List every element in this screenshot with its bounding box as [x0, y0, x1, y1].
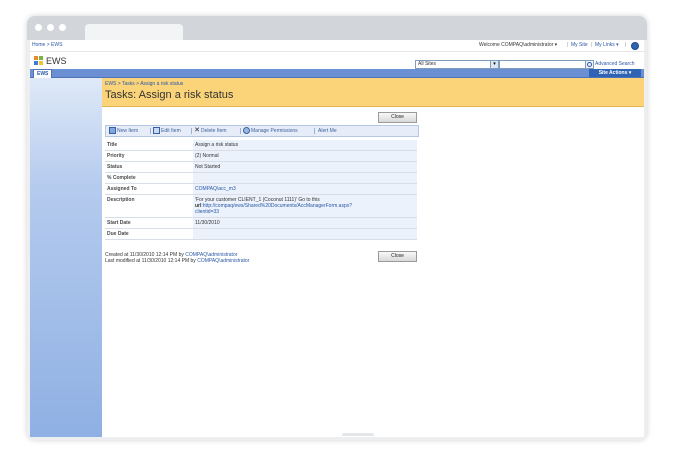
manage-permissions-label: Manage Permissions — [251, 128, 298, 134]
search-scope-value: All Sites — [418, 61, 437, 67]
chevron-down-icon: ▾ — [490, 61, 498, 68]
field-row-priority: Priority (2) Normal — [105, 150, 417, 162]
welcome-text: Welcome COMPAQ\administrator — [479, 42, 554, 48]
window-close-dot[interactable] — [35, 24, 42, 31]
field-label: Assigned To — [105, 183, 193, 195]
delete-item-label: Delete Item — [201, 128, 227, 134]
field-label: Start Date — [105, 217, 193, 229]
field-row-start-date: Start Date 11/30/2010 — [105, 217, 417, 229]
help-icon[interactable] — [631, 42, 639, 50]
field-value — [193, 172, 417, 184]
browser-window: Home > EWS Welcome COMPAQ\administrator … — [27, 16, 647, 440]
site-actions-label: Site Actions — [598, 70, 628, 76]
welcome-menu[interactable]: Welcome COMPAQ\administrator ▾ — [479, 42, 557, 49]
field-row-assigned-to: Assigned To COMPAQ\acc_m3 — [105, 183, 417, 195]
site-title[interactable]: EWS — [46, 56, 67, 66]
assigned-to-link[interactable]: COMPAQ\acc_m3 — [195, 186, 236, 192]
description-url-link[interactable]: :http://compaq/ews/Shared%20Documents/Ac… — [201, 203, 352, 209]
my-site-link[interactable]: My Site — [571, 42, 588, 49]
site-tab-ews[interactable]: EWS — [33, 69, 52, 78]
page-breadcrumb[interactable]: EWS > Tasks > Assign a risk status — [105, 81, 183, 88]
field-row-status: Status Not Started — [105, 161, 417, 173]
nav-separator: | — [625, 42, 627, 48]
field-value: (2) Normal — [193, 150, 417, 162]
chevron-down-icon: ▾ — [616, 42, 619, 48]
search-input[interactable] — [499, 60, 586, 69]
modified-info: Last modified at 11/30/2010 12:14 PM by … — [105, 258, 249, 265]
field-label: Due Date — [105, 228, 193, 240]
field-value: Not Started — [193, 161, 417, 173]
item-toolbar: New Item Edit Item ✕Delete Item Manage P… — [105, 125, 419, 137]
top-link-bar — [30, 69, 644, 78]
browser-chrome — [27, 16, 647, 40]
close-button-bottom[interactable]: Close — [378, 251, 417, 262]
permissions-icon — [243, 127, 250, 135]
page-title: Tasks: Assign a risk status — [105, 89, 234, 101]
field-label: Description — [105, 194, 193, 218]
field-row-due-date: Due Date — [105, 228, 417, 240]
field-row-title: Title Assign a risk status — [105, 140, 417, 151]
my-links-menu[interactable]: My Links ▾ — [595, 42, 619, 49]
toolbar-separator — [314, 128, 315, 134]
edit-item-icon — [153, 127, 160, 135]
chevron-down-icon: ▾ — [628, 70, 632, 76]
field-label: Priority — [105, 150, 193, 162]
field-value: 11/30/2010 — [193, 217, 417, 229]
site-tab-label: EWS — [37, 71, 49, 77]
modified-by-link[interactable]: COMPAQ\administrator — [197, 258, 249, 264]
task-details-table: Title Assign a risk status Priority (2) … — [105, 140, 417, 240]
new-item-icon — [109, 127, 116, 135]
search-scope-select[interactable]: All Sites ▾ — [415, 60, 499, 69]
sharepoint-page: Home > EWS Welcome COMPAQ\administrator … — [30, 40, 644, 437]
close-button-top[interactable]: Close — [378, 112, 417, 123]
toolbar-separator — [191, 128, 192, 134]
window-minimize-dot[interactable] — [47, 24, 54, 31]
new-item-label: New Item — [117, 128, 139, 134]
bottom-scroll-handle[interactable] — [342, 433, 374, 436]
manage-permissions-button[interactable]: Manage Permissions — [243, 127, 298, 135]
field-row-description: Description 'For your customer CLIENT_1 … — [105, 194, 417, 218]
toolbar-separator — [240, 128, 241, 134]
nav-separator: | — [567, 42, 569, 48]
global-breadcrumb[interactable]: Home > EWS — [32, 42, 62, 49]
site-logo-icon — [34, 56, 43, 65]
alert-me-button[interactable]: Alert Me — [318, 127, 337, 135]
edit-item-button[interactable]: Edit Item — [153, 127, 181, 135]
description-url-link-cont[interactable]: clientid=33 — [195, 209, 415, 215]
toolbar-separator — [150, 128, 151, 134]
site-actions-menu[interactable]: Site Actions ▾ — [589, 69, 641, 77]
field-row-percent-complete: % Complete — [105, 172, 417, 184]
delete-x-icon: ✕ — [194, 127, 200, 135]
left-navigation — [30, 78, 102, 437]
chevron-down-icon: ▾ — [554, 42, 558, 48]
delete-item-button[interactable]: ✕Delete Item — [194, 127, 227, 135]
new-item-button[interactable]: New Item — [109, 127, 138, 135]
field-label: Status — [105, 161, 193, 173]
my-links-label: My Links — [595, 42, 615, 48]
edit-item-label: Edit Item — [161, 128, 181, 134]
field-value — [193, 228, 417, 240]
field-label: Title — [105, 140, 193, 151]
nav-separator: | — [591, 42, 593, 48]
search-icon[interactable] — [585, 60, 594, 69]
browser-tab[interactable] — [85, 24, 183, 40]
modified-text: Last modified at 11/30/2010 12:14 PM by — [105, 258, 196, 264]
advanced-search-link[interactable]: Advanced Search — [595, 61, 634, 68]
window-maximize-dot[interactable] — [59, 24, 66, 31]
field-value: Assign a risk status — [193, 140, 417, 151]
field-label: % Complete — [105, 172, 193, 184]
